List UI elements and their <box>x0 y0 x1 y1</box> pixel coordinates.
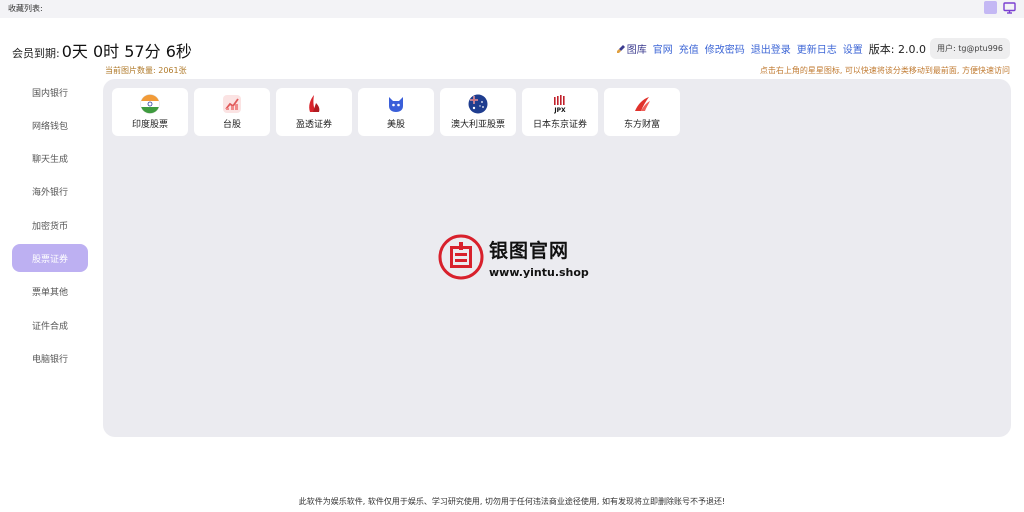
sidebar-item-crypto[interactable]: 加密货币 <box>12 211 88 239</box>
us-stock-icon <box>389 97 403 112</box>
card-label: 美股 <box>386 120 405 130</box>
version-label: 版本: 2.0.0 <box>868 42 926 56</box>
gallery-link[interactable]: 图库 <box>627 41 647 56</box>
card-australia-stocks[interactable]: 澳大利亚股票 <box>440 88 516 136</box>
template-card-list: 印度股票 台股 盈透证券 美股 澳大利亚股票 JPX 日本东京证券 东方财富 <box>112 88 686 136</box>
card-label: 日本东京证券 <box>532 120 587 130</box>
tw-stock-icon <box>223 95 241 113</box>
card-interactive-brokers[interactable]: 盈透证券 <box>276 88 352 136</box>
eastmoney-icon <box>635 97 650 111</box>
australia-flag-icon <box>468 94 488 114</box>
card-label: 台股 <box>222 120 241 130</box>
card-tw-stocks[interactable]: 台股 <box>194 88 270 136</box>
card-us-stocks[interactable]: 美股 <box>358 88 434 136</box>
top-bar: 收藏列表: <box>0 0 1024 18</box>
website-link[interactable]: 官网 <box>653 41 673 56</box>
user-badge[interactable]: 用户: tg@ptu996 <box>929 38 1010 59</box>
sidebar-item-pc-banking[interactable]: 电脑银行 <box>12 344 88 372</box>
footer-disclaimer: 此软件为娱乐软件, 软件仅用于娱乐、学习研究使用, 切勿用于任何违法商业途径使用… <box>298 497 726 506</box>
card-label: 东方财富 <box>623 120 660 130</box>
sidebar-item-online-wallets[interactable]: 网络钱包 <box>12 111 88 139</box>
watermark-title: 银图官网 <box>489 239 570 262</box>
card-eastmoney[interactable]: 东方财富 <box>604 88 680 136</box>
header-actions: 图库 官网 充值 修改密码 退出登录 更新日志 设置 版本: 2.0.0 用户:… <box>616 38 1010 59</box>
jpx-icon: JPX <box>553 95 566 114</box>
watermark-url: www.yintu.shop <box>489 265 589 279</box>
sidebar-item-domestic-banks[interactable]: 国内银行 <box>12 78 88 106</box>
svg-text:JPX: JPX <box>553 107 566 114</box>
sidebar-item-receipts-other[interactable]: 票单其他 <box>12 278 88 306</box>
yintu-logo <box>438 234 484 280</box>
card-tokyo-exchange[interactable]: JPX 日本东京证券 <box>522 88 598 136</box>
settings-link[interactable]: 设置 <box>843 41 863 56</box>
card-label: 澳大利亚股票 <box>450 120 505 130</box>
india-flag-icon <box>140 94 160 114</box>
sidebar-item-overseas-banks[interactable]: 海外银行 <box>12 178 88 206</box>
recharge-link[interactable]: 充值 <box>679 41 699 56</box>
paint-brush-icon <box>616 44 625 53</box>
sidebar-item-chat-generator[interactable]: 聊天生成 <box>12 145 88 173</box>
star-hint: 点击右上角的星星图标, 可以快速将该分类移动到最前面, 方便快速访问 <box>759 66 1010 75</box>
logout-link[interactable]: 退出登录 <box>751 41 791 56</box>
membership-countdown: 0天 0时 57分 6秒 <box>61 42 192 61</box>
watermark: 银图官网 www.yintu.shop <box>438 234 589 280</box>
color-swatch-button[interactable] <box>984 1 997 14</box>
category-sidebar: 国内银行 网络钱包 聊天生成 海外银行 加密货币 股票证券 票单其他 证件合成 … <box>12 78 88 378</box>
membership-label: 会员到期: <box>12 47 60 60</box>
change-password-link[interactable]: 修改密码 <box>705 41 745 56</box>
image-count: 当前图片数量: 2061张 <box>105 66 187 75</box>
interactive-brokers-icon <box>309 95 320 112</box>
card-label: 盈透证券 <box>295 120 332 130</box>
monitor-icon[interactable] <box>1003 2 1016 14</box>
sidebar-item-id-composite[interactable]: 证件合成 <box>12 311 88 339</box>
membership-expiry: 会员到期: 0天 0时 57分 6秒 <box>12 38 192 62</box>
card-india-stocks[interactable]: 印度股票 <box>112 88 188 136</box>
favorites-label: 收藏列表: <box>8 4 43 13</box>
card-label: 印度股票 <box>131 120 168 130</box>
changelog-link[interactable]: 更新日志 <box>797 41 837 56</box>
sidebar-item-stocks[interactable]: 股票证券 <box>12 244 88 273</box>
